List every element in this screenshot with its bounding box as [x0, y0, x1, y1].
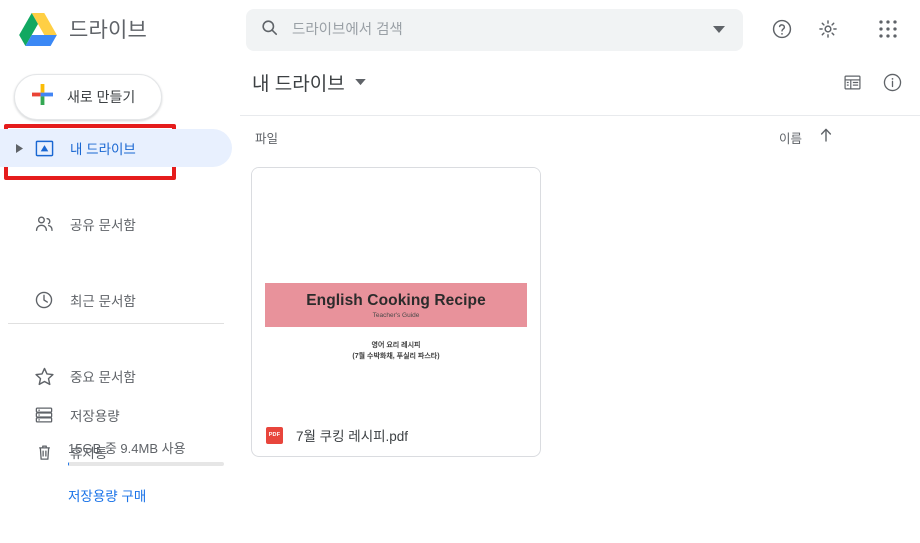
drive-triangle-icon	[30, 139, 58, 158]
sidebar-item-label: 중요 문서함	[70, 370, 136, 385]
search-bar[interactable]	[246, 9, 743, 51]
sidebar-item-label: 내 드라이브	[70, 142, 136, 157]
new-button[interactable]: 새로 만들기	[14, 74, 162, 120]
storage-label: 저장용량	[70, 409, 120, 424]
storage-drives-icon	[30, 405, 58, 425]
file-card[interactable]: English Cooking Recipe Teacher's Guide 영…	[251, 167, 541, 457]
brand-area[interactable]: 드라이브	[0, 12, 240, 46]
file-card-footer: PDF 7월 쿠킹 레시피.pdf	[252, 413, 540, 456]
list-view-icon[interactable]	[832, 62, 872, 102]
brand-name: 드라이브	[69, 19, 148, 42]
top-bar: 드라이브	[0, 0, 920, 58]
column-files-label: 파일	[255, 131, 279, 146]
star-icon	[30, 366, 58, 387]
people-icon	[30, 214, 58, 234]
file-thumbnail: English Cooking Recipe Teacher's Guide 영…	[252, 168, 540, 413]
info-circle-icon[interactable]	[872, 62, 912, 102]
thumbnail-line-1: 영어 요리 레시피	[371, 342, 421, 349]
breadcrumb-title[interactable]: 내 드라이브	[252, 69, 345, 96]
gear-icon[interactable]	[808, 9, 848, 49]
column-header-row: 파일 이름	[240, 116, 920, 158]
sidebar-item-label: 최근 문서함	[70, 294, 136, 309]
sidebar-item-my-drive[interactable]: 내 드라이브	[0, 129, 232, 167]
chevron-down-icon[interactable]	[713, 21, 725, 39]
storage-section-header[interactable]: 저장용량	[0, 398, 120, 432]
sidebar: 새로 만들기 내 드라이브 공유 문서함 최근 문서함 중요 문서함 휴지통 저…	[0, 58, 240, 543]
pdf-icon: PDF	[266, 426, 283, 444]
sidebar-divider	[8, 323, 224, 324]
new-button-label: 새로 만들기	[67, 89, 136, 105]
buy-storage-link[interactable]: 저장용량 구매	[68, 485, 146, 505]
sort-control[interactable]: 이름	[779, 128, 832, 147]
thumbnail-line-2: (7월 수박화채, 푸실리 파스타)	[352, 353, 440, 360]
sidebar-nav: 내 드라이브 공유 문서함 최근 문서함 중요 문서함 휴지통	[0, 129, 232, 461]
breadcrumb-row: 내 드라이브	[240, 58, 920, 106]
help-circle-icon[interactable]	[762, 9, 802, 49]
chevron-down-icon[interactable]	[354, 73, 366, 91]
storage-usage-text: 15GB 중 9.4MB 사용	[68, 441, 186, 456]
search-icon	[260, 18, 279, 42]
top-bar-icons	[762, 0, 920, 58]
file-name: 7월 쿠킹 레시피.pdf	[296, 429, 409, 444]
view-controls	[832, 62, 912, 102]
sidebar-item-label: 공유 문서함	[70, 218, 136, 233]
sidebar-item-starred[interactable]: 중요 문서함	[0, 357, 232, 395]
thumbnail-banner-subtitle: Teacher's Guide	[372, 311, 420, 319]
plus-icon	[32, 84, 53, 110]
apps-grid-icon[interactable]	[868, 9, 908, 49]
thumbnail-banner-title: English Cooking Recipe	[306, 291, 486, 309]
expand-triangle-icon[interactable]	[8, 143, 30, 153]
sidebar-item-recent[interactable]: 최근 문서함	[0, 281, 232, 319]
google-drive-logo	[19, 12, 57, 46]
search-input[interactable]	[292, 22, 713, 38]
clock-icon	[30, 290, 58, 310]
main-content: 내 드라이브 파일 이름 English Cooking Recipe Teac…	[240, 58, 920, 543]
trash-icon	[30, 443, 58, 462]
sort-by-label: 이름	[778, 131, 802, 146]
arrow-up-icon	[820, 128, 832, 147]
sidebar-item-shared[interactable]: 공유 문서함	[0, 205, 232, 243]
storage-progress-bar	[68, 462, 224, 466]
google-drive-window: 드라이브 드라이브에서 검색 새로 만들기 내 드라이브 공유 문서함 최근 문…	[0, 0, 920, 543]
thumbnail-banner: English Cooking Recipe Teacher's Guide	[265, 283, 527, 327]
